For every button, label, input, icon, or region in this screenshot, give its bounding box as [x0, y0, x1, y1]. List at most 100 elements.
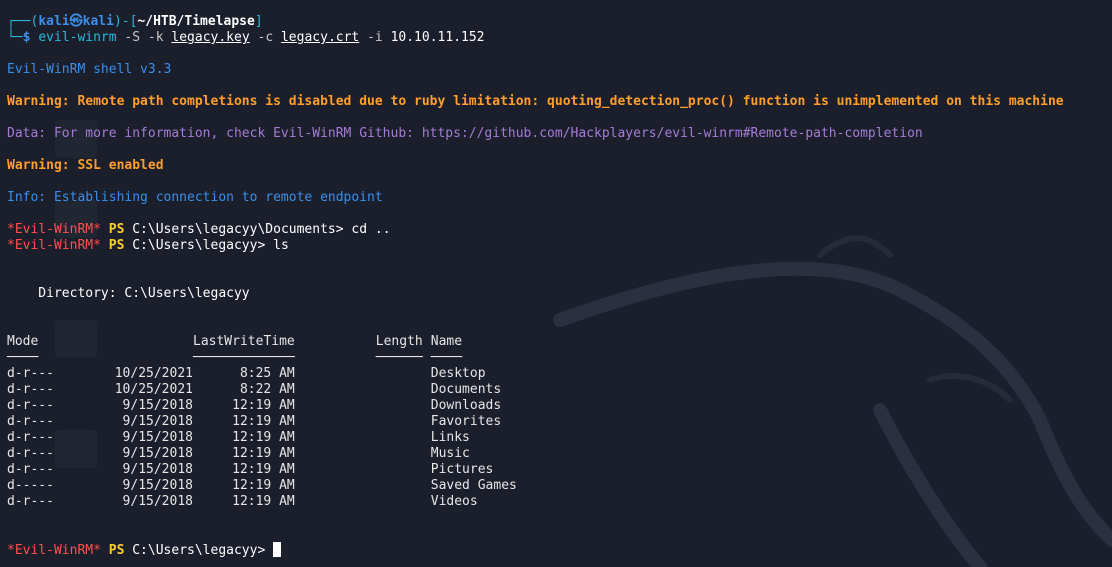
- row-time: 12:19 AM: [232, 414, 295, 429]
- listing-row: d-r--- 9/15/2018 12:19 AM Pictures: [7, 462, 631, 478]
- row-name: Saved Games: [430, 478, 517, 493]
- prompt-frame-bottom: └─: [7, 30, 23, 45]
- row-time: 12:19 AM: [232, 478, 295, 493]
- command-binary: evil-winrm: [38, 30, 117, 45]
- listing-row: d-r--- 10/25/2021 8:22 AM Documents: [7, 382, 631, 398]
- listing-row: d-r--- 9/15/2018 12:19 AM Videos: [7, 494, 631, 510]
- prompt-frame-mid: )-[: [113, 14, 138, 29]
- row-name: Documents: [430, 382, 502, 397]
- row-name: Videos: [430, 494, 478, 509]
- terminal-window[interactable]: { "prompt": { "frame_top": "┌──(", "user…: [0, 0, 1112, 567]
- underline-length: ──────: [375, 350, 423, 365]
- underline-name: ────: [430, 350, 463, 365]
- prompt-frame-top: ┌──(: [7, 14, 39, 29]
- command-flag-i: -i: [359, 30, 391, 45]
- row-mode: d-r---: [7, 366, 54, 381]
- row-mode: d-r---: [7, 462, 54, 477]
- row-time: 12:19 AM: [232, 494, 295, 509]
- row-length: [295, 494, 423, 510]
- row-date: 9/15/2018: [122, 446, 193, 461]
- row-length: [295, 398, 423, 414]
- row-time: 12:19 AM: [232, 430, 295, 445]
- row-length: [295, 478, 423, 494]
- command-line[interactable]: └─$ evil-winrm -S -k legacy.key -c legac…: [7, 30, 1112, 46]
- row-length: [295, 462, 423, 478]
- warning-path-completions: Warning: Remote path completions is disa…: [7, 94, 1064, 109]
- prompt-dollar: $: [22, 30, 39, 45]
- terminal-cursor[interactable]: [273, 542, 282, 557]
- directory-listing: Mode LastWriteTime Length Name ──── ────…: [7, 334, 631, 510]
- row-date: 9/15/2018: [122, 430, 193, 445]
- row-length: [295, 414, 423, 430]
- ps-label: PS: [100, 238, 133, 253]
- ps-path: C:\Users\legacyy\Documents>: [132, 222, 352, 237]
- data-info-line: Data: For more information, check Evil-W…: [7, 126, 923, 141]
- row-date: 10/25/2021: [114, 366, 193, 381]
- row-time: 12:19 AM: [232, 462, 295, 477]
- command-flag-s: -S: [116, 30, 141, 45]
- evil-winrm-label: *Evil-WinRM*: [7, 238, 101, 253]
- header-name: Name: [430, 334, 463, 349]
- row-length: [295, 446, 423, 462]
- header-mode: Mode: [7, 334, 39, 349]
- row-mode: d-r---: [7, 398, 54, 413]
- row-name: Desktop: [430, 366, 486, 381]
- row-date: 10/25/2021: [114, 382, 193, 397]
- info-connecting: Info: Establishing connection to remote …: [7, 190, 383, 205]
- row-name: Music: [430, 446, 470, 461]
- row-time: 12:19 AM: [232, 446, 295, 461]
- warning-ssl: Warning: SSL enabled: [7, 158, 164, 173]
- row-name: Favorites: [430, 414, 502, 429]
- directory-line: Directory: C:\Users\legacyy: [7, 286, 250, 301]
- ps-command: ls: [273, 238, 289, 253]
- row-mode: d-r---: [7, 414, 54, 429]
- command-key-file: legacy.key: [171, 30, 250, 45]
- row-date: 9/15/2018: [122, 414, 193, 429]
- listing-row: d-r--- 9/15/2018 12:19 AM Links: [7, 430, 631, 446]
- row-length: [295, 382, 423, 398]
- row-name: Downloads: [430, 398, 502, 413]
- row-date: 9/15/2018: [122, 494, 193, 509]
- prompt-user: kali㉿kali: [38, 14, 114, 29]
- underline-mode: ────: [7, 350, 39, 365]
- ps-command-ls: *Evil-WinRM* PS C:\Users\legacyy> ls: [7, 238, 1112, 254]
- row-time: 8:25 AM: [239, 366, 295, 381]
- listing-row: d-r--- 9/15/2018 12:19 AM Music: [7, 446, 631, 462]
- ps-path: C:\Users\legacyy>: [132, 543, 274, 558]
- header-length: Length: [375, 334, 423, 349]
- terminal-output: ┌──(kali㉿kali)-[~/HTB/Timelapse] └─$ evi…: [7, 14, 1112, 558]
- shell-prompt-header: ┌──(kali㉿kali)-[~/HTB/Timelapse]: [7, 14, 1112, 30]
- row-mode: d-r---: [7, 430, 54, 445]
- listing-row: d-r--- 10/25/2021 8:25 AM Desktop: [7, 366, 631, 382]
- prompt-path: ~/HTB/Timelapse: [137, 14, 255, 29]
- row-date: 9/15/2018: [122, 398, 193, 413]
- row-name: Pictures: [430, 462, 494, 477]
- listing-row: d-r--- 9/15/2018 12:19 AM Favorites: [7, 414, 631, 430]
- row-length: [295, 366, 423, 382]
- row-time: 8:22 AM: [239, 382, 295, 397]
- command-flag-k: -k: [140, 30, 172, 45]
- row-length: [295, 430, 423, 446]
- ps-command: cd ..: [351, 222, 391, 237]
- listing-underline-row: ──── ───────────── ────── ────: [7, 350, 631, 366]
- ps-active-prompt[interactable]: *Evil-WinRM* PS C:\Users\legacyy>: [7, 542, 1112, 558]
- header-lastwritetime: LastWriteTime: [193, 334, 295, 349]
- row-mode: d-r---: [7, 494, 54, 509]
- underline-lastwritetime: ─────────────: [193, 350, 295, 365]
- ps-label: PS: [100, 222, 133, 237]
- command-ip: 10.10.11.152: [390, 30, 485, 45]
- listing-rows: d-r--- 10/25/2021 8:25 AM Desktop d-r--- 10/2…: [7, 366, 631, 510]
- listing-row: d-r--- 9/15/2018 12:19 AM Downloads: [7, 398, 631, 414]
- ps-command-cd: *Evil-WinRM* PS C:\Users\legacyy\Documen…: [7, 222, 1112, 238]
- evil-winrm-label: *Evil-WinRM*: [7, 543, 101, 558]
- command-crt-file: legacy.crt: [280, 30, 360, 45]
- row-name: Links: [430, 430, 470, 445]
- row-mode: d-----: [7, 478, 54, 493]
- version-line: Evil-WinRM shell v3.3: [7, 62, 172, 77]
- row-mode: d-r---: [7, 382, 54, 397]
- row-mode: d-r---: [7, 446, 54, 461]
- ps-path: C:\Users\legacyy>: [132, 238, 274, 253]
- row-date: 9/15/2018: [122, 478, 193, 493]
- evil-winrm-label: *Evil-WinRM*: [7, 222, 101, 237]
- row-time: 12:19 AM: [232, 398, 295, 413]
